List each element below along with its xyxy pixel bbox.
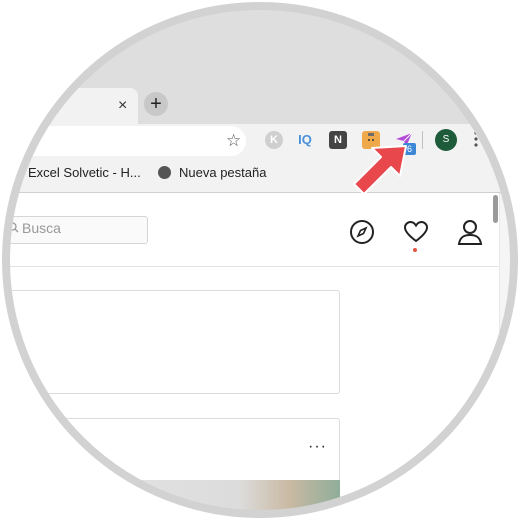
bookmark-star-icon[interactable]: ☆: [226, 131, 241, 151]
scrollbar-thumb[interactable]: [493, 195, 498, 223]
post-options-button[interactable]: ···: [308, 438, 327, 456]
k-extension-icon[interactable]: K: [265, 131, 283, 149]
bookmark-excel-solvetic[interactable]: Excel Solvetic - H...: [28, 165, 141, 180]
profile-user-icon[interactable]: [456, 218, 484, 246]
address-bar[interactable]: [6, 126, 246, 156]
pointer-arrow-icon: [346, 144, 410, 204]
explore-compass-icon[interactable]: [348, 218, 376, 246]
magnified-circle: × + ☆ K IQ N 6 S Excel Solvetic - H... N…: [6, 6, 514, 514]
iq-extension-icon[interactable]: IQ: [296, 131, 314, 149]
tab-close-icon[interactable]: ×: [118, 98, 127, 114]
notification-dot: [413, 248, 417, 252]
toolbar-separator: [422, 131, 423, 149]
bookmark-nueva-pestana[interactable]: Nueva pestaña: [158, 165, 266, 180]
activity-heart-icon[interactable]: [402, 218, 430, 246]
new-tab-button[interactable]: +: [144, 92, 168, 116]
n-extension-icon[interactable]: N: [329, 131, 347, 149]
page-scrollbar[interactable]: [499, 193, 514, 514]
bookmark-label: Nueva pestaña: [179, 165, 267, 180]
globe-icon: [158, 166, 171, 179]
search-icon: [8, 222, 19, 236]
feed-card: [6, 290, 340, 394]
post-image: [6, 480, 340, 514]
browser-menu-icon[interactable]: [473, 130, 479, 148]
search-placeholder: Busca: [22, 220, 61, 236]
profile-avatar[interactable]: S: [435, 129, 457, 151]
